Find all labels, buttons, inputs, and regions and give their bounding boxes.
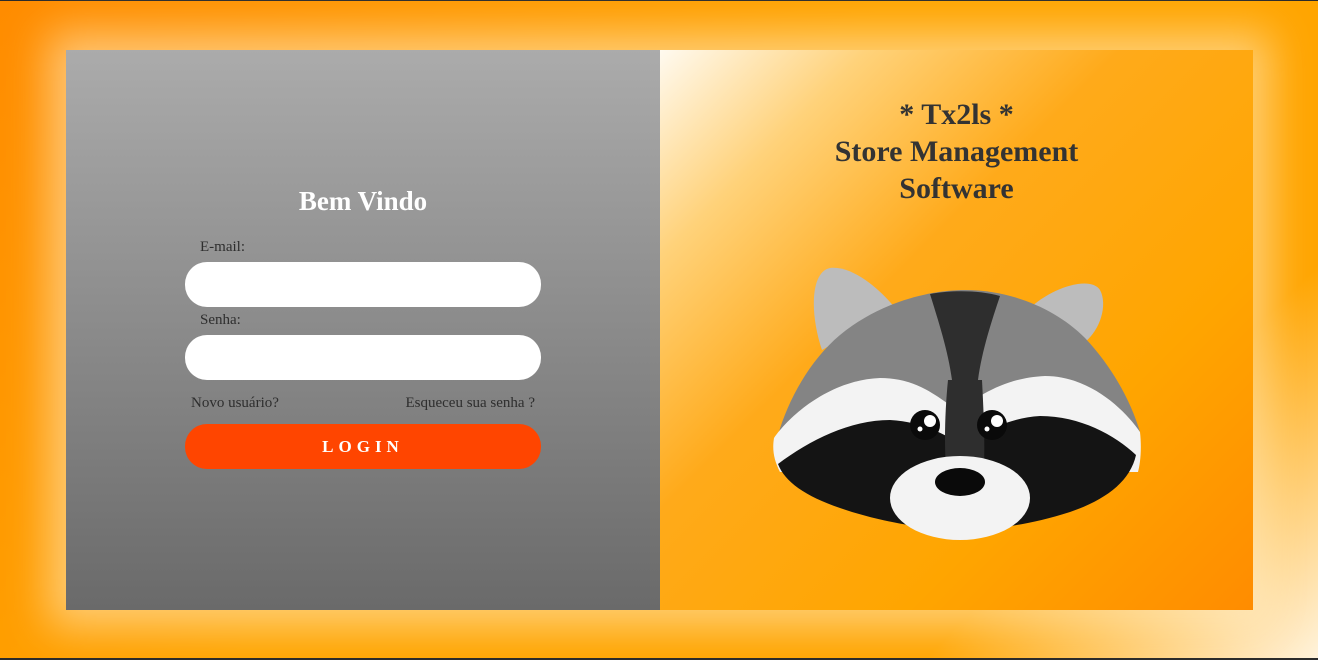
login-card: Bem Vindo E-mail: Senha: Novo usuário? E… xyxy=(66,50,1253,610)
app-title-line-2: Store Management xyxy=(834,135,1079,168)
app-title-line-1: * Tx2ls * xyxy=(899,98,1014,131)
password-label: Senha: xyxy=(200,312,241,328)
login-button[interactable]: LOGIN xyxy=(185,424,541,469)
new-user-link[interactable]: Novo usuário? xyxy=(191,395,279,412)
forgot-password-link[interactable]: Esqueceu sua senha ? xyxy=(405,395,535,412)
email-label: E-mail: xyxy=(200,239,245,255)
top-edge-line xyxy=(0,0,1318,1)
login-panel: Bem Vindo E-mail: Senha: Novo usuário? E… xyxy=(66,50,660,610)
app-title-line-3: Software xyxy=(899,172,1014,205)
password-field[interactable] xyxy=(185,335,541,380)
app-title: * Tx2ls * Store Management Software xyxy=(660,96,1253,207)
email-field[interactable] xyxy=(185,262,541,307)
welcome-heading: Bem Vindo xyxy=(298,186,428,216)
raccoon-icon xyxy=(773,267,1141,540)
brand-panel: * Tx2ls * Store Management Software xyxy=(660,50,1253,610)
